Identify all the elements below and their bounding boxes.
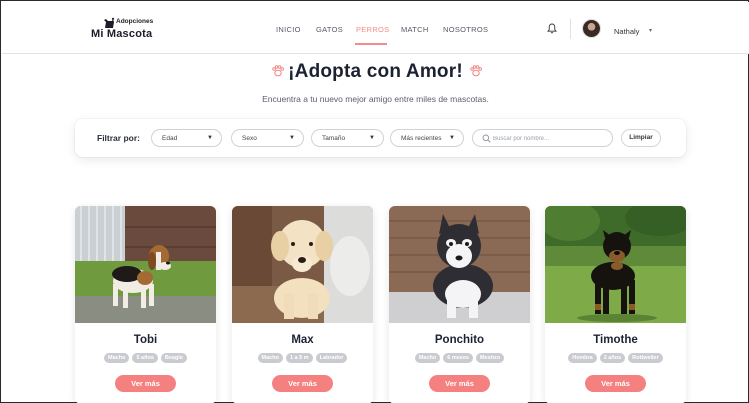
caret-down-icon: ▼ bbox=[207, 134, 213, 141]
pet-tags: Macho 6 meses Mestizo bbox=[389, 353, 530, 363]
see-more-button[interactable]: Ver más bbox=[585, 375, 646, 392]
age-tag: 5 años bbox=[132, 353, 158, 363]
pet-card[interactable]: Timothe Hembra 2 años Rottweiler Ver más bbox=[545, 206, 686, 403]
user-name[interactable]: Nathaly bbox=[614, 27, 639, 36]
page-title: ¡Adopta con Amor! bbox=[288, 61, 463, 82]
caret-down-icon: ▼ bbox=[449, 134, 455, 141]
bell-icon[interactable] bbox=[547, 23, 557, 34]
brand-line-1: Adopciones bbox=[116, 18, 154, 25]
chevron-down-icon[interactable]: ▾ bbox=[649, 27, 652, 34]
pet-photo[interactable] bbox=[75, 206, 216, 323]
search-box[interactable] bbox=[472, 129, 613, 147]
top-navbar: Adopciones Mi Mascota INICIO GATOS PERRO… bbox=[2, 2, 749, 54]
sex-filter-select[interactable]: Sexo ▼ bbox=[231, 129, 304, 147]
breed-tag: Beagle bbox=[160, 353, 187, 363]
pet-photo[interactable] bbox=[232, 206, 373, 323]
paw-icon bbox=[470, 65, 482, 77]
nav-item-nosotros[interactable]: NOSOTROS bbox=[443, 25, 488, 34]
search-input[interactable] bbox=[493, 132, 608, 145]
pet-card[interactable]: Tobi Macho 5 años Beagle Ver más bbox=[75, 206, 216, 403]
pet-card[interactable]: Ponchito Macho 6 meses Mestizo Ver más bbox=[389, 206, 530, 403]
page-subtitle: Encuentra a tu nuevo mejor amigo entre m… bbox=[262, 94, 489, 104]
sex-tag: Macho bbox=[104, 353, 130, 363]
page: Adopciones Mi Mascota INICIO GATOS PERRO… bbox=[0, 0, 749, 403]
see-more-button[interactable]: Ver más bbox=[429, 375, 490, 392]
pet-card[interactable]: Max Macho 1 a 5 m Labrador Ver más bbox=[232, 206, 373, 403]
age-filter-value: Edad bbox=[162, 134, 178, 142]
size-filter-value: Tamaño bbox=[322, 134, 346, 142]
sort-select[interactable]: Más recientes ▼ bbox=[390, 129, 464, 147]
age-tag: 6 meses bbox=[443, 353, 473, 363]
clear-filters-button[interactable]: Limpiar bbox=[621, 129, 661, 147]
filter-bar: Filtrar por: Edad ▼ Sexo ▼ Tamaño ▼ Más … bbox=[75, 119, 686, 157]
pet-tags: Hembra 2 años Rottweiler bbox=[545, 353, 686, 363]
caret-down-icon: ▼ bbox=[369, 134, 375, 141]
caret-down-icon: ▼ bbox=[289, 134, 295, 141]
breed-tag: Labrador bbox=[315, 353, 348, 363]
size-filter-select[interactable]: Tamaño ▼ bbox=[311, 129, 384, 147]
avatar[interactable] bbox=[582, 19, 601, 38]
pet-tags: Macho 5 años Beagle bbox=[75, 353, 216, 363]
pet-name: Tobi bbox=[133, 334, 158, 346]
sex-tag: Hembra bbox=[568, 353, 597, 363]
nav-item-inicio[interactable]: INICIO bbox=[276, 25, 301, 34]
header-divider bbox=[570, 19, 571, 39]
active-nav-underline bbox=[355, 43, 387, 45]
nav-item-gatos[interactable]: GATOS bbox=[316, 25, 343, 34]
breed-tag: Rottweiler bbox=[628, 353, 663, 363]
see-more-button[interactable]: Ver más bbox=[115, 375, 176, 392]
sort-value: Más recientes bbox=[401, 134, 442, 142]
breed-tag: Mestizo bbox=[475, 353, 505, 363]
search-icon bbox=[482, 134, 491, 143]
age-tag: 2 años bbox=[599, 353, 626, 363]
pet-photo[interactable] bbox=[389, 206, 530, 323]
see-more-button[interactable]: Ver más bbox=[272, 375, 333, 392]
pet-name: Timothe bbox=[593, 334, 638, 346]
pet-tags: Macho 1 a 5 m Labrador bbox=[232, 353, 373, 363]
pet-photo[interactable] bbox=[545, 206, 686, 323]
pet-name: Ponchito bbox=[434, 334, 485, 346]
sex-filter-value: Sexo bbox=[242, 134, 257, 142]
sex-tag: Macho bbox=[257, 353, 283, 363]
age-filter-select[interactable]: Edad ▼ bbox=[151, 129, 222, 147]
nav-item-perros[interactable]: PERROS bbox=[356, 25, 389, 34]
age-tag: 1 a 5 m bbox=[285, 353, 313, 363]
pet-name: Max bbox=[291, 334, 314, 346]
sex-tag: Macho bbox=[414, 353, 441, 363]
nav-item-match[interactable]: MATCH bbox=[401, 25, 429, 34]
filter-label: Filtrar por: bbox=[97, 133, 140, 143]
